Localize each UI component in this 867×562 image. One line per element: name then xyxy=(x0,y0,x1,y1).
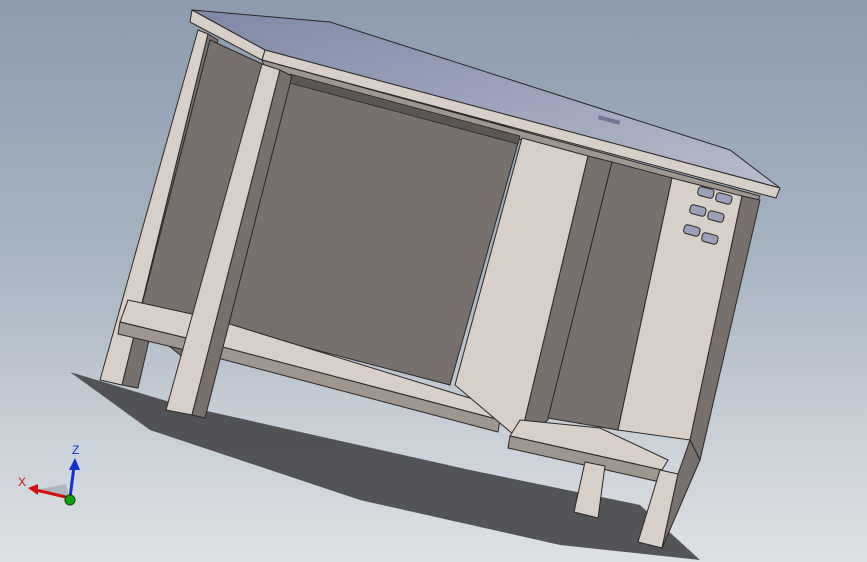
x-axis-label: X xyxy=(18,475,26,489)
z-axis-arrow xyxy=(69,458,80,470)
model-view[interactable] xyxy=(0,0,867,562)
x-axis-arrow xyxy=(28,484,38,495)
view-triad[interactable]: X Z xyxy=(14,440,86,512)
graphics-viewport[interactable]: X Z xyxy=(0,0,867,562)
z-axis-label: Z xyxy=(72,443,79,457)
z-axis-line xyxy=(68,465,76,499)
y-axis-dot xyxy=(64,494,76,506)
